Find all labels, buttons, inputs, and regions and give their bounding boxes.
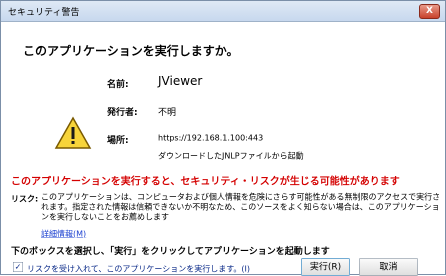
location-value: https://192.168.1.100:443 <box>158 133 264 143</box>
name-label: 名前: <box>107 79 129 90</box>
location-label: 場所: <box>107 135 129 146</box>
location-note: ダウンロードしたJNLPファイルから起動 <box>158 151 304 161</box>
publisher-value: 不明 <box>158 107 176 118</box>
security-risk-warning: このアプリケーションを実行すると、セキュリティ・リスクが生じる可能性があります <box>11 175 400 187</box>
warning-triangle-icon <box>54 116 92 149</box>
instruction-text: 下のボックスを選択し、「実行」をクリックしてアプリケーションを起動します <box>11 246 330 257</box>
dialog-body: このアプリケーションを実行しますか。 名前: JViewer 発行者: 不明 場… <box>1 22 445 276</box>
name-value: JViewer <box>158 74 203 88</box>
window-title: セキュリティ警告 <box>8 8 80 18</box>
accept-risk-label[interactable]: リスクを受け入れて、このアプリケーションを実行します。(I) <box>27 262 250 274</box>
security-warning-dialog: セキュリティ警告 X このアプリケーションを実行しますか。 名前: JViewe… <box>0 0 446 276</box>
close-button[interactable]: X <box>419 4 440 19</box>
publisher-label: 発行者: <box>107 107 138 118</box>
more-info-link[interactable]: 詳細情報(M) <box>41 227 86 239</box>
accept-risk-checkbox[interactable]: ✓ <box>13 262 23 272</box>
risk-label: リスク: <box>11 194 39 204</box>
cancel-button[interactable]: 取消 <box>359 258 418 276</box>
dialog-heading: このアプリケーションを実行しますか。 <box>23 44 239 58</box>
run-button[interactable]: 実行(R) <box>301 258 350 276</box>
risk-description: このアプリケーションは、コンピュータおよび個人情報を危険にさらす可能性がある無制… <box>41 192 441 222</box>
title-bar: セキュリティ警告 X <box>1 1 445 22</box>
